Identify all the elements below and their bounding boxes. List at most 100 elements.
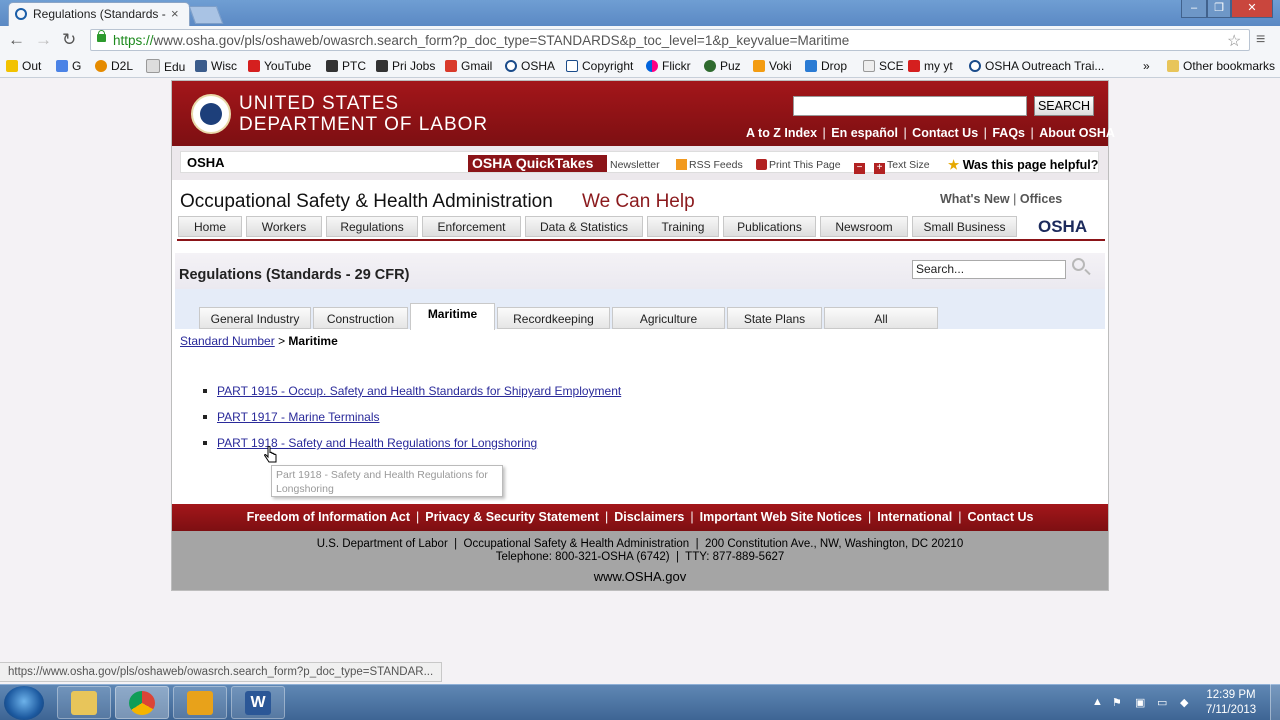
nav-regulations[interactable]: Regulations xyxy=(326,216,418,237)
bookmark-myyt[interactable]: my yt xyxy=(908,59,953,73)
bookmark-prijobs[interactable]: Pri Jobs xyxy=(376,59,435,73)
faqs-link[interactable]: FAQs xyxy=(992,126,1025,140)
show-desktop-button[interactable] xyxy=(1270,684,1280,720)
header-search-button[interactable]: SEARCH xyxy=(1034,96,1094,116)
page-icon xyxy=(863,60,875,72)
foia-link[interactable]: Freedom of Information Act xyxy=(247,510,410,524)
bookmark-puz[interactable]: Puz xyxy=(704,59,741,73)
dol-name-line1[interactable]: UNITED STATES xyxy=(239,93,399,115)
browser-tab-active[interactable]: Regulations (Standards - 2 × xyxy=(8,2,190,26)
address-bar[interactable]: https://www.osha.gov/pls/oshaweb/owasrch… xyxy=(90,29,1250,51)
minimize-button[interactable]: – xyxy=(1181,0,1207,18)
chrome-menu-icon[interactable]: ≡ xyxy=(1256,31,1265,49)
nav-home[interactable]: Home xyxy=(178,216,242,237)
nav-enforcement[interactable]: Enforcement xyxy=(422,216,521,237)
taskbar-word[interactable]: W xyxy=(231,686,285,719)
nav-small-business[interactable]: Small Business xyxy=(912,216,1017,237)
rss-feeds-link[interactable]: RSS Feeds xyxy=(676,159,743,171)
international-link[interactable]: International xyxy=(877,510,952,524)
privacy-link[interactable]: Privacy & Security Statement xyxy=(425,510,599,524)
header-search-input[interactable] xyxy=(793,96,1027,116)
dol-seal-icon[interactable] xyxy=(191,94,231,134)
nav-training[interactable]: Training xyxy=(647,216,719,237)
part-1915-link[interactable]: PART 1915 - Occup. Safety and Health Sta… xyxy=(217,384,621,398)
disclaimers-link[interactable]: Disclaimers xyxy=(614,510,684,524)
bookmarks-overflow-button[interactable]: » xyxy=(1143,59,1150,73)
outlook-icon xyxy=(187,691,213,715)
bookmark-flickr[interactable]: Flickr xyxy=(646,59,691,73)
bookmark-voki[interactable]: Voki xyxy=(753,59,792,73)
offices-link[interactable]: Offices xyxy=(1020,192,1062,206)
bookmark-d2l[interactable]: D2L xyxy=(95,59,133,73)
start-button[interactable] xyxy=(4,686,44,720)
device-icon[interactable]: ▣ xyxy=(1135,696,1145,709)
contact-us-link[interactable]: Contact Us xyxy=(912,126,978,140)
dropbox-tray-icon[interactable]: ◆ xyxy=(1180,696,1188,709)
text-increase-icon[interactable]: + xyxy=(874,163,885,174)
web-notices-link[interactable]: Important Web Site Notices xyxy=(700,510,862,524)
tab-agriculture[interactable]: Agriculture xyxy=(612,307,725,329)
taskbar-outlook[interactable] xyxy=(173,686,227,719)
whats-new-link[interactable]: What's New xyxy=(940,192,1010,206)
bookmark-sce[interactable]: SCE xyxy=(863,59,904,73)
about-osha-link[interactable]: About OSHA xyxy=(1039,126,1115,140)
link-tooltip: Part 1918 - Safety and Health Regulation… xyxy=(271,465,503,497)
nav-newsroom[interactable]: Newsroom xyxy=(820,216,908,237)
taskbar-clock[interactable]: 12:39 PM 7/11/2013 xyxy=(1196,688,1266,718)
bookmark-gmail[interactable]: Gmail xyxy=(445,59,492,73)
a-to-z-link[interactable]: A to Z Index xyxy=(746,126,817,140)
tab-construction[interactable]: Construction xyxy=(313,307,408,329)
page-helpful-link[interactable]: ★ Was this page helpful? xyxy=(948,157,1098,172)
bookmark-edu[interactable]: Edu xyxy=(146,59,185,74)
nav-publications[interactable]: Publications xyxy=(723,216,816,237)
youtube-icon xyxy=(908,60,920,72)
footer-site[interactable]: www.OSHA.gov xyxy=(172,569,1108,584)
newsletter-link[interactable]: Newsletter xyxy=(610,159,660,171)
bookmark-wisc[interactable]: Wisc xyxy=(195,59,237,73)
close-window-button[interactable]: ✕ xyxy=(1231,0,1273,18)
whats-new-links: What's New | Offices xyxy=(940,192,1063,206)
print-page-link[interactable]: Print This Page xyxy=(756,159,841,171)
part-1917-link[interactable]: PART 1917 - Marine Terminals xyxy=(217,410,380,424)
other-bookmarks[interactable]: Other bookmarks xyxy=(1167,59,1275,73)
tab-state-plans[interactable]: State Plans xyxy=(727,307,822,329)
breadcrumb-current: Maritime xyxy=(288,334,338,348)
taskbar-chrome[interactable] xyxy=(115,686,169,719)
bookmark-youtube[interactable]: YouTube xyxy=(248,59,311,73)
tray-expand-icon[interactable]: ▲ xyxy=(1092,696,1103,708)
quicktakes-logo[interactable]: OSHA QuickTakes xyxy=(468,155,607,172)
new-tab-button[interactable] xyxy=(188,6,224,24)
tab-general-industry[interactable]: General Industry xyxy=(199,307,311,329)
bookmark-drop[interactable]: Drop xyxy=(805,59,847,73)
search-icon[interactable] xyxy=(1072,258,1085,271)
tab-recordkeeping[interactable]: Recordkeeping xyxy=(497,307,610,329)
nav-data-statistics[interactable]: Data & Statistics xyxy=(525,216,643,237)
en-espanol-link[interactable]: En español xyxy=(831,126,898,140)
osha-logo[interactable]: OSHA xyxy=(1038,217,1087,237)
bookmark-g[interactable]: G xyxy=(56,59,81,73)
puz-icon xyxy=(704,60,716,72)
folder-icon xyxy=(71,691,97,715)
bookmark-osha-outreach[interactable]: OSHA Outreach Trai... xyxy=(969,59,1104,73)
tab-maritime[interactable]: Maritime xyxy=(410,303,495,330)
breadcrumb-standard-number[interactable]: Standard Number xyxy=(180,334,275,348)
bookmark-out[interactable]: Out xyxy=(6,59,41,73)
tab-close-icon[interactable]: × xyxy=(171,6,179,21)
bookmark-star-icon[interactable]: ☆ xyxy=(1227,31,1241,51)
taskbar-explorer[interactable] xyxy=(57,686,111,719)
flag-icon[interactable]: ⚑ xyxy=(1112,696,1122,709)
regulations-search-input[interactable]: Search... xyxy=(912,260,1066,279)
forward-arrow-icon[interactable]: → xyxy=(35,30,52,50)
maximize-button[interactable]: ❐ xyxy=(1207,0,1231,18)
bookmark-ptc[interactable]: PTC xyxy=(326,59,366,73)
dol-name-line2[interactable]: DEPARTMENT OF LABOR xyxy=(239,114,488,136)
bookmark-osha[interactable]: OSHA xyxy=(505,59,555,73)
network-icon[interactable]: ▭ xyxy=(1157,696,1167,709)
back-arrow-icon[interactable]: ← xyxy=(8,30,25,50)
reload-icon[interactable]: ↻ xyxy=(62,30,76,50)
text-decrease-icon[interactable]: − xyxy=(854,163,865,174)
bookmark-copyright[interactable]: Copyright xyxy=(566,59,633,73)
tab-all[interactable]: All xyxy=(824,307,938,329)
footer-contact-link[interactable]: Contact Us xyxy=(967,510,1033,524)
nav-workers[interactable]: Workers xyxy=(246,216,322,237)
